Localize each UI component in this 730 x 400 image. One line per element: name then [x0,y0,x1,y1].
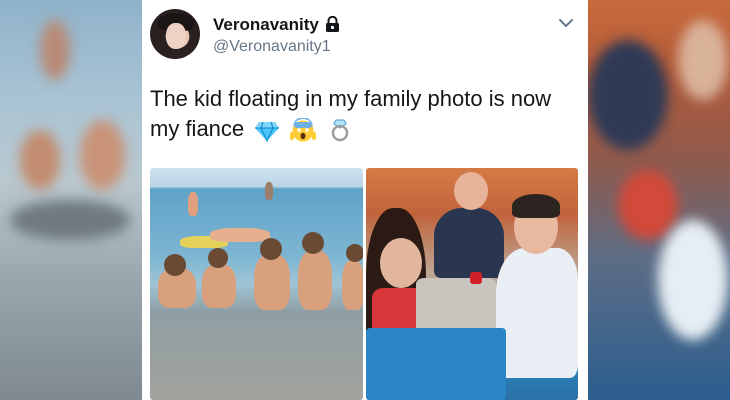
chevron-down-icon[interactable] [558,17,574,29]
avatar[interactable] [150,9,200,59]
screaming-face-icon [290,118,317,142]
ring-icon [331,119,348,142]
tweet-text: The kid floating in my family photo is n… [150,84,570,144]
gem-icon [255,122,280,143]
display-name[interactable]: Veronavanity [213,15,319,35]
proposal-photo[interactable] [366,168,578,400]
family-beach-photo[interactable] [150,168,363,400]
user-handle[interactable]: @Veronavanity1 [213,38,331,56]
blurred-background-left [0,0,142,400]
blurred-background-right [588,0,730,400]
lock-icon [326,16,339,32]
